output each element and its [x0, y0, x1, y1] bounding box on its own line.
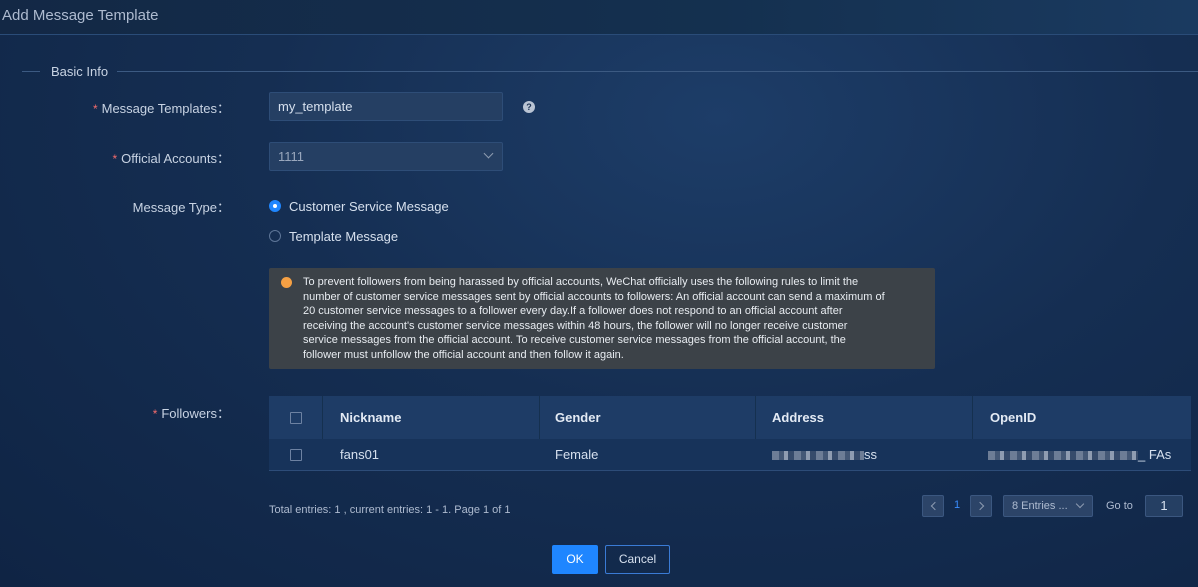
- column-divider: [972, 396, 973, 439]
- chevron-left-icon: [930, 501, 940, 511]
- dialog-titlebar: Add Message Template: [0, 0, 1198, 35]
- required-asterisk: *: [112, 152, 118, 166]
- column-header-address[interactable]: Address: [772, 396, 824, 439]
- pagination-total: Total entries: 1 , current entries: 1 - …: [269, 504, 511, 516]
- cancel-button[interactable]: Cancel: [605, 545, 670, 574]
- cell-nickname: fans01: [340, 447, 380, 462]
- redacted-blur: [988, 451, 1138, 461]
- section-divider: [22, 71, 40, 72]
- ok-button[interactable]: OK: [552, 545, 598, 574]
- radio-checked-icon: [269, 200, 281, 212]
- column-header-gender[interactable]: Gender: [555, 396, 601, 439]
- notice-text: To prevent followers from being harassed…: [303, 276, 885, 361]
- cell-gender: Female: [555, 447, 599, 462]
- required-asterisk: *: [152, 407, 158, 421]
- section-divider: [117, 71, 1198, 72]
- message-type-label: Message Type：: [132, 200, 230, 215]
- official-accounts-label: * Official Accounts：: [112, 151, 230, 166]
- radio-unchecked-icon: [269, 230, 281, 242]
- row-checkbox[interactable]: [290, 449, 302, 461]
- column-divider: [539, 396, 540, 439]
- column-header-nickname[interactable]: Nickname: [340, 396, 401, 439]
- column-divider: [755, 396, 756, 439]
- page-number-current[interactable]: 1: [950, 499, 964, 511]
- cell-openid: _ FAs: [988, 439, 1171, 470]
- select-all-checkbox[interactable]: [290, 412, 302, 424]
- table-row[interactable]: fans01 Female ss _ FAs: [269, 439, 1191, 471]
- dialog-title: Add Message Template: [2, 7, 159, 24]
- section-title: Basic Info: [51, 64, 109, 79]
- prev-page-button[interactable]: [922, 495, 944, 517]
- official-accounts-select[interactable]: 1111: [269, 142, 503, 171]
- cell-address: ss: [772, 439, 877, 470]
- message-template-name-input[interactable]: my_template: [269, 92, 503, 121]
- chevron-right-icon: [975, 501, 985, 511]
- chevron-down-icon: [1075, 499, 1085, 509]
- help-icon[interactable]: ?: [523, 101, 535, 113]
- goto-label: Go to: [1106, 500, 1133, 512]
- redacted-blur: [772, 451, 864, 461]
- table-header: Nickname Gender Address OpenID: [269, 396, 1191, 439]
- section-header: Basic Info: [22, 62, 1198, 82]
- warning-icon: [281, 277, 292, 288]
- goto-page-input[interactable]: 1: [1145, 495, 1183, 517]
- page-size-select[interactable]: 8 Entries ...: [1003, 495, 1093, 517]
- chevron-down-icon: [483, 148, 494, 159]
- message-templates-label: * Message Templates：: [92, 101, 230, 116]
- required-asterisk: *: [92, 102, 98, 116]
- column-header-openid[interactable]: OpenID: [990, 396, 1036, 439]
- official-accounts-value: 1111: [278, 149, 305, 164]
- column-divider: [322, 396, 323, 439]
- notice-box: To prevent followers from being harassed…: [269, 268, 935, 369]
- next-page-button[interactable]: [970, 495, 992, 517]
- followers-label: * Followers：: [152, 406, 230, 421]
